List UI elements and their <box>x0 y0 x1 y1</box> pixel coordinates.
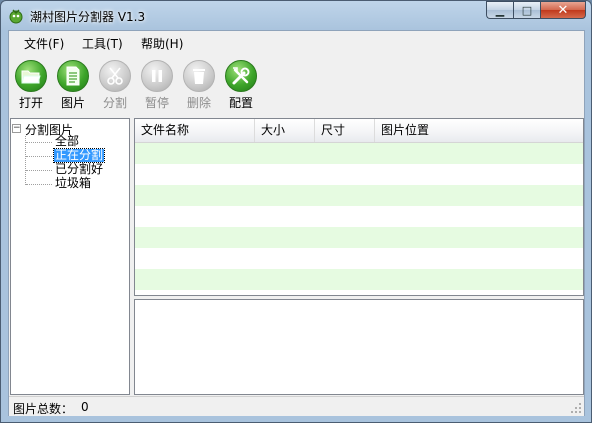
delete-label: 删除 <box>186 96 211 110</box>
image-total-value: 0 <box>81 400 89 414</box>
scissors-icon <box>107 67 123 85</box>
image-label: 图片 <box>60 96 85 110</box>
maximize-icon: □ <box>521 3 533 17</box>
pause-button[interactable]: 暂停 <box>137 60 177 112</box>
trash-icon <box>193 69 205 84</box>
client-area: 文件(F) 工具(T) 帮助(H) 打开 图片 分割 暂停 删除 配置 − 分割… <box>8 30 585 416</box>
image-total-label: 图片总数： <box>13 402 74 416</box>
column-dimensions[interactable]: 尺寸 <box>315 119 375 142</box>
list-header: 文件名称 大小 尺寸 图片位置 <box>135 119 583 143</box>
tree-item-splitting[interactable]: 正在分割 <box>52 148 106 163</box>
table-row <box>135 206 583 227</box>
status-bar: 图片总数： 0 <box>9 396 584 416</box>
close-icon: ✕ <box>557 2 569 18</box>
toolbar: 打开 图片 分割 暂停 删除 配置 <box>9 56 584 112</box>
split-label: 分割 <box>102 96 127 110</box>
maximize-button[interactable]: □ <box>513 1 540 19</box>
menu-tools[interactable]: 工具(T) <box>82 35 123 52</box>
tree-item-split-done[interactable]: 已分割好 <box>54 163 104 176</box>
table-row <box>135 143 583 164</box>
folder-open-icon <box>21 70 41 84</box>
image-button[interactable]: 图片 <box>53 60 93 112</box>
menu-file[interactable]: 文件(F) <box>24 35 64 52</box>
resize-grip-icon[interactable] <box>570 402 582 414</box>
table-row <box>135 164 583 185</box>
menu-help[interactable]: 帮助(H) <box>141 35 183 52</box>
file-list[interactable]: 文件名称 大小 尺寸 图片位置 <box>134 118 584 296</box>
app-window: 潮村图片分割器 V1.3 ▁ □ ✕ 文件(F) 工具(T) 帮助(H) 打开 <box>0 0 592 423</box>
minimize-button[interactable]: ▁ <box>486 1 513 19</box>
table-row <box>135 269 583 290</box>
open-button[interactable]: 打开 <box>11 60 51 112</box>
menu-bar: 文件(F) 工具(T) 帮助(H) <box>9 31 584 53</box>
tree-item-all[interactable]: 全部 <box>54 135 80 148</box>
category-tree[interactable]: − 分割图片 全部 正在分割 已分割好 垃圾箱 <box>10 118 130 395</box>
tools-icon <box>232 67 250 85</box>
caption-buttons: ▁ □ ✕ <box>486 1 586 21</box>
column-file-name[interactable]: 文件名称 <box>135 119 255 142</box>
config-label: 配置 <box>228 96 253 110</box>
list-rows <box>135 143 583 295</box>
split-button[interactable]: 分割 <box>95 60 135 112</box>
open-label: 打开 <box>18 96 43 110</box>
delete-button[interactable]: 删除 <box>179 60 219 112</box>
app-logo-icon <box>9 9 23 24</box>
close-button[interactable]: ✕ <box>540 1 586 19</box>
table-row <box>135 185 583 206</box>
table-row <box>135 227 583 248</box>
column-image-location[interactable]: 图片位置 <box>375 119 583 142</box>
pause-label: 暂停 <box>144 96 169 110</box>
minimize-icon: ▁ <box>495 3 505 17</box>
table-row <box>135 290 583 295</box>
tree-item-trash[interactable]: 垃圾箱 <box>54 177 92 190</box>
document-icon <box>66 66 80 86</box>
preview-panel[interactable] <box>134 299 584 395</box>
title-bar[interactable]: 潮村图片分割器 V1.3 ▁ □ ✕ <box>1 1 591 29</box>
table-row <box>135 248 583 269</box>
column-size[interactable]: 大小 <box>255 119 315 142</box>
pause-icon <box>152 70 162 82</box>
collapse-icon[interactable]: − <box>12 124 21 133</box>
window-title: 潮村图片分割器 V1.3 <box>30 10 146 24</box>
config-button[interactable]: 配置 <box>221 60 261 112</box>
